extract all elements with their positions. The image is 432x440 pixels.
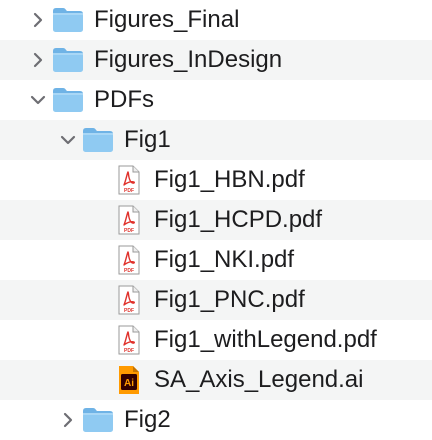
finder-file-tree: Figures_Final Figures_InDesign PDFs Fig1… [0, 0, 432, 440]
tree-row-fig1-pnc-pdf[interactable]: PDF Fig1_PNC.pdf [0, 280, 432, 320]
folder-icon [53, 48, 83, 72]
folder-label: PDFs [94, 86, 154, 113]
svg-text:PDF: PDF [124, 348, 134, 354]
tree-row-pdfs[interactable]: PDFs [0, 80, 432, 120]
tree-row-fig1-nki-pdf[interactable]: PDF Fig1_NKI.pdf [0, 240, 432, 280]
folder-icon [53, 8, 83, 32]
file-label: Fig1_withLegend.pdf [154, 326, 377, 353]
tree-row-fig1-withlegend-pdf[interactable]: PDF Fig1_withLegend.pdf [0, 320, 432, 360]
file-label: Fig1_PNC.pdf [154, 286, 305, 313]
tree-row-sa-axis-legend-ai[interactable]: Ai SA_Axis_Legend.ai [0, 360, 432, 400]
chevron-down-icon[interactable] [28, 90, 48, 110]
svg-text:PDF: PDF [124, 188, 134, 194]
svg-text:PDF: PDF [124, 308, 134, 314]
tree-row-figures-indesign[interactable]: Figures_InDesign [0, 40, 432, 80]
folder-label: Figures_InDesign [94, 46, 283, 73]
pdf-file-icon: PDF [118, 325, 140, 355]
svg-text:PDF: PDF [124, 268, 134, 274]
tree-row-fig1[interactable]: Fig1 [0, 120, 432, 160]
illustrator-file-icon: Ai [119, 366, 139, 394]
svg-text:Ai: Ai [124, 378, 134, 389]
file-label: Fig1_HBN.pdf [154, 166, 305, 193]
folder-label: Figures_Final [94, 6, 240, 33]
chevron-right-icon[interactable] [28, 10, 48, 30]
tree-row-figures-final[interactable]: Figures_Final [0, 0, 432, 40]
folder-label: Fig2 [124, 406, 171, 433]
folder-icon [53, 88, 83, 112]
pdf-file-icon: PDF [118, 245, 140, 275]
chevron-right-icon[interactable] [28, 50, 48, 70]
folder-icon [83, 128, 113, 152]
folder-label: Fig1 [124, 126, 171, 153]
file-label: Fig1_HCPD.pdf [154, 206, 323, 233]
chevron-down-icon[interactable] [58, 130, 78, 150]
chevron-right-icon[interactable] [58, 410, 78, 430]
file-label: SA_Axis_Legend.ai [154, 366, 364, 393]
pdf-file-icon: PDF [118, 205, 140, 235]
folder-icon [83, 408, 113, 432]
pdf-file-icon: PDF [118, 285, 140, 315]
svg-text:PDF: PDF [124, 228, 134, 234]
tree-row-fig2[interactable]: Fig2 [0, 400, 432, 440]
pdf-file-icon: PDF [118, 165, 140, 195]
tree-row-fig1-hcpd-pdf[interactable]: PDF Fig1_HCPD.pdf [0, 200, 432, 240]
file-label: Fig1_NKI.pdf [154, 246, 295, 273]
tree-row-fig1-hbn-pdf[interactable]: PDF Fig1_HBN.pdf [0, 160, 432, 200]
